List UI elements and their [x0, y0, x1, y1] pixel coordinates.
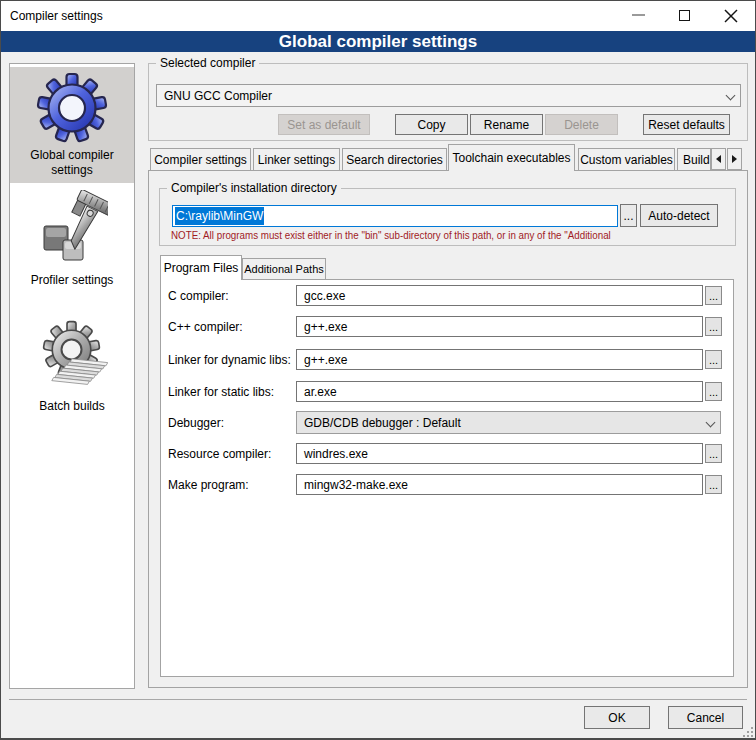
browse-directory-button[interactable]: ...: [620, 204, 637, 227]
installation-directory-value: C:\raylib\MinGW: [175, 207, 264, 225]
linker-static-value: ar.exe: [304, 385, 337, 399]
selected-compiler-combobox[interactable]: GNU GCC Compiler: [156, 84, 741, 107]
make-program-value: mingw32-make.exe: [304, 478, 408, 492]
cancel-button[interactable]: Cancel: [668, 706, 743, 729]
gray-gear-stack-icon: [36, 318, 108, 390]
sidebar-item-label: Global compiler settings: [10, 148, 134, 178]
tab-search-directories[interactable]: Search directories: [342, 148, 447, 170]
linker-static-label: Linker for static libs:: [168, 385, 274, 399]
debugger-value: GDB/CDB debugger : Default: [304, 416, 461, 430]
c-compiler-browse-button[interactable]: ...: [705, 286, 722, 305]
resource-compiler-value: windres.exe: [304, 447, 368, 461]
rename-button[interactable]: Rename: [470, 114, 543, 135]
blue-gear-icon: [36, 72, 108, 144]
linker-dynamic-label: Linker for dynamic libs:: [168, 353, 291, 367]
make-program-input[interactable]: mingw32-make.exe: [296, 474, 703, 495]
tab-additional-paths[interactable]: Additional Paths: [242, 258, 326, 279]
resize-grip[interactable]: [742, 726, 754, 738]
set-as-default-button[interactable]: Set as default: [278, 114, 370, 135]
resource-compiler-browse-button[interactable]: ...: [705, 444, 722, 463]
reset-defaults-button[interactable]: Reset defaults: [643, 114, 730, 135]
linker-dynamic-browse-button[interactable]: ...: [705, 350, 722, 369]
cpp-compiler-input[interactable]: g++.exe: [296, 316, 703, 337]
selected-compiler-group-label: Selected compiler: [156, 57, 259, 70]
resource-compiler-input[interactable]: windres.exe: [296, 443, 703, 464]
tab-custom-variables[interactable]: Custom variables: [578, 148, 675, 170]
cpp-compiler-value: g++.exe: [304, 320, 347, 334]
selected-compiler-value: GNU GCC Compiler: [164, 89, 272, 103]
window-title: Compiler settings: [10, 1, 103, 31]
linker-static-browse-button[interactable]: ...: [705, 382, 722, 401]
installation-directory-input[interactable]: C:\raylib\MinGW: [172, 205, 618, 227]
tab-scroll-left-button[interactable]: [711, 148, 726, 170]
caliper-icon: [36, 190, 108, 262]
make-program-browse-button[interactable]: ...: [705, 475, 722, 494]
tab-linker-settings[interactable]: Linker settings: [253, 148, 340, 170]
tab-scroll-right-button[interactable]: [727, 148, 742, 170]
tab-toolchain-executables[interactable]: Toolchain executables: [448, 144, 575, 171]
close-icon[interactable]: [724, 9, 738, 23]
right-arrow-icon: [732, 155, 737, 163]
debugger-label: Debugger:: [168, 416, 224, 430]
note-text: NOTE: All programs must exist either in …: [171, 229, 611, 242]
ok-button[interactable]: OK: [584, 706, 650, 729]
tab-build-options[interactable]: Build options: [677, 148, 711, 170]
linker-static-input[interactable]: ar.exe: [296, 381, 703, 402]
title-bar: [1, 1, 755, 31]
linker-dynamic-input[interactable]: g++.exe: [296, 349, 703, 370]
sidebar-item-profiler-settings[interactable]: Profiler settings: [10, 273, 134, 288]
dialog-header: Global compiler settings: [1, 31, 755, 52]
dialog-header-title: Global compiler settings: [279, 32, 477, 52]
sidebar-item-batch-builds[interactable]: Batch builds: [10, 399, 134, 414]
delete-button[interactable]: Delete: [545, 114, 618, 135]
make-program-label: Make program:: [168, 478, 249, 492]
footer-separator: [9, 699, 747, 700]
tab-program-files[interactable]: Program Files: [160, 255, 242, 280]
linker-dynamic-value: g++.exe: [304, 353, 347, 367]
installation-directory-group-label: Compiler's installation directory: [167, 182, 341, 195]
auto-detect-button[interactable]: Auto-detect: [640, 204, 718, 227]
left-arrow-icon: [716, 155, 721, 163]
c-compiler-label: C compiler:: [168, 289, 229, 303]
c-compiler-input[interactable]: gcc.exe: [296, 285, 703, 306]
tab-compiler-settings[interactable]: Compiler settings: [150, 148, 251, 170]
cpp-compiler-browse-button[interactable]: ...: [705, 317, 722, 336]
resource-compiler-label: Resource compiler:: [168, 447, 271, 461]
debugger-combobox[interactable]: GDB/CDB debugger : Default: [296, 411, 721, 434]
maximize-icon[interactable]: [679, 10, 690, 21]
c-compiler-value: gcc.exe: [304, 289, 345, 303]
copy-button[interactable]: Copy: [395, 114, 468, 135]
minimize-icon[interactable]: [632, 14, 645, 16]
cpp-compiler-label: C++ compiler:: [168, 320, 243, 334]
